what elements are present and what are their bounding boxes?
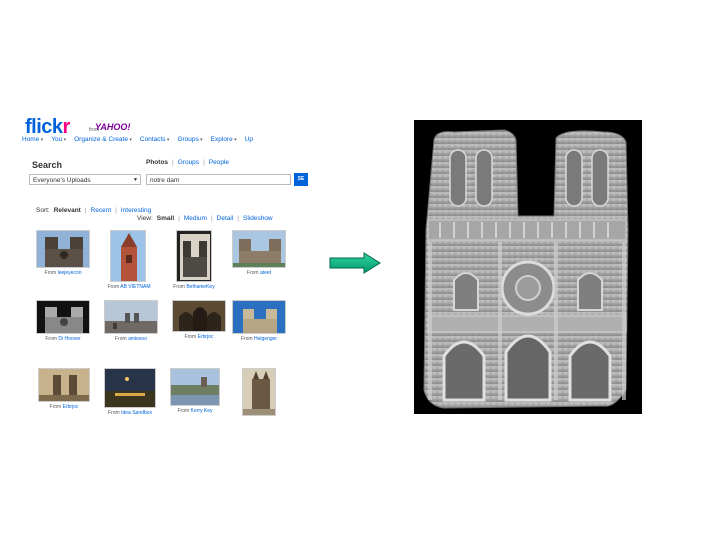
notre-dame-photo[interactable] — [232, 300, 286, 334]
view-bar: View: Small | Medium | Detail | Slidesho… — [137, 215, 273, 222]
thumb-caption: From AB VIETNAM — [107, 284, 151, 290]
paris-skyline-photo[interactable] — [104, 300, 158, 334]
flickr-search-screenshot: flickr from YAHOO! Home You Organize & C… — [22, 114, 308, 420]
sort-separator: | — [115, 207, 117, 214]
view-slideshow[interactable]: Slideshow — [243, 215, 273, 222]
view-small[interactable]: Small — [157, 215, 174, 222]
tab-separator: | — [172, 159, 174, 166]
nav-groups[interactable]: Groups — [177, 136, 202, 146]
sort-separator: | — [84, 207, 87, 214]
notre-dame-photo[interactable] — [242, 368, 276, 416]
view-label: View: — [137, 215, 153, 222]
search-scope-select[interactable]: Everyone's Uploads ▼ — [29, 174, 141, 185]
notre-dame-photo[interactable] — [38, 368, 90, 402]
notre-dame-photo[interactable] — [176, 230, 212, 282]
thumb-user-link[interactable]: Di Hoover — [58, 336, 80, 342]
thumb-caption: From amiesoo — [115, 336, 147, 342]
thumb-caption: From Kerry Key — [177, 408, 213, 414]
sort-recent[interactable]: Recent — [91, 207, 112, 214]
search-tabs: Photos | Groups | People — [146, 159, 229, 166]
sort-relevant[interactable]: Relevant — [54, 207, 81, 214]
notre-dame-photo[interactable] — [232, 230, 286, 268]
cathedral-photo[interactable] — [110, 230, 146, 282]
yahoo-logo: YAHOO! — [95, 122, 131, 132]
right-arrow-icon — [329, 252, 381, 274]
tab-separator: | — [203, 159, 205, 166]
thumb-user-link[interactable]: Idea Sandbox — [121, 410, 152, 416]
cathedral-portal-photo[interactable] — [172, 300, 226, 332]
sort-interesting[interactable]: Interesting — [121, 207, 151, 214]
thumb-user-link[interactable]: leejeyecon — [58, 270, 82, 276]
view-separator: | — [237, 215, 239, 222]
chevron-down-icon: ▼ — [133, 177, 138, 183]
nav-you[interactable]: You — [51, 136, 66, 146]
thumb-user-link[interactable]: ateet — [260, 270, 271, 276]
nav-organize[interactable]: Organize & Create — [74, 136, 132, 146]
view-detail[interactable]: Detail — [217, 215, 234, 222]
nav-home[interactable]: Home — [22, 136, 43, 146]
tab-groups[interactable]: Groups — [178, 159, 199, 166]
thumb-user-link[interactable]: amiesoo — [128, 336, 147, 342]
thumb-caption: From ateet — [246, 270, 272, 276]
flickr-logo[interactable]: flickr from YAHOO! — [25, 116, 130, 138]
search-heading: Search — [32, 160, 63, 170]
scope-value: Everyone's Uploads — [33, 177, 91, 184]
thumb-user-link[interactable]: Erbrjoc — [63, 404, 79, 410]
nav-explore[interactable]: Explore — [211, 136, 237, 146]
paris-night-photo[interactable] — [104, 368, 156, 408]
sort-label: Sort: — [36, 207, 50, 214]
nav-contacts[interactable]: Contacts — [140, 136, 170, 146]
thumb-caption: From BethanieKey — [173, 284, 215, 290]
logo-flick: flick — [25, 116, 63, 138]
view-medium[interactable]: Medium — [184, 215, 207, 222]
thumb-caption: From Idea Sandbox — [108, 410, 152, 416]
nav-upload[interactable]: Up — [245, 136, 253, 146]
view-separator: | — [178, 215, 180, 222]
seine-river-photo[interactable] — [170, 368, 220, 406]
thumb-user-link[interactable]: Erbrjoc — [198, 334, 214, 340]
sort-bar: Sort: Relevant | Recent | Interesting — [36, 207, 151, 214]
search-input[interactable]: notre dam — [146, 174, 291, 185]
thumb-user-link[interactable]: BethanieKey — [186, 284, 214, 290]
tab-people[interactable]: People — [209, 159, 229, 166]
notre-dame-photo[interactable] — [36, 300, 90, 334]
thumb-user-link[interactable]: Kerry Key — [191, 408, 213, 414]
thumb-user-link[interactable]: AB VIETNAM — [120, 284, 150, 290]
notre-dame-3d-model — [414, 120, 642, 414]
search-button[interactable]: SE — [294, 173, 308, 186]
tab-photos[interactable]: Photos — [146, 159, 168, 166]
thumb-caption: From Di Hoover — [45, 336, 81, 342]
view-separator: | — [210, 215, 213, 222]
thumb-user-link[interactable]: Helgenger — [254, 336, 277, 342]
thumb-caption: From Erbrjoc — [184, 334, 214, 340]
top-nav: Home You Organize & Create Contacts Grou… — [22, 136, 308, 146]
thumb-caption: From leejeyecon — [44, 270, 82, 276]
notre-dame-photo[interactable] — [36, 230, 90, 268]
logo-r: r — [62, 116, 71, 138]
thumb-caption: From Erbrjoc — [49, 404, 79, 410]
thumb-caption: From Helgenger — [240, 336, 278, 342]
